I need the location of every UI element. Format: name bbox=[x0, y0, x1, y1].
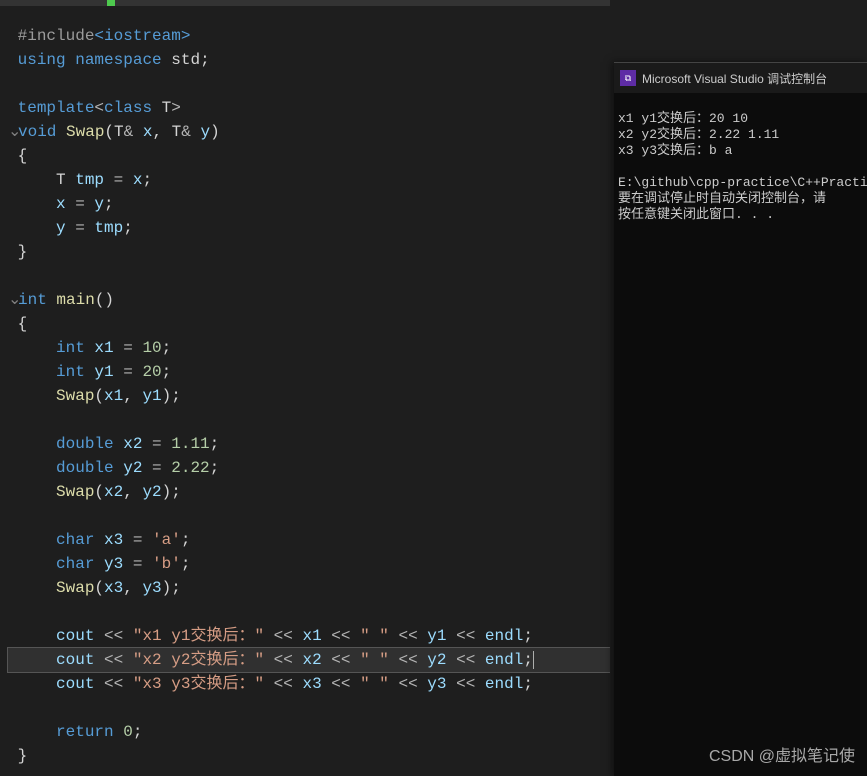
vs-icon: ⧉ bbox=[620, 70, 636, 86]
text-cursor bbox=[533, 651, 534, 669]
console-line: E:\github\cpp-practice\C++Practi bbox=[618, 175, 867, 190]
console-line: x2 y2交换后：2.22 1.11 bbox=[618, 127, 779, 142]
console-titlebar[interactable]: ⧉ Microsoft Visual Studio 调试控制台 bbox=[614, 63, 867, 93]
console-output[interactable]: x1 y1交换后：20 10 x2 y2交换后：2.22 1.11 x3 y3交… bbox=[614, 93, 867, 225]
debug-console-window[interactable]: ⧉ Microsoft Visual Studio 调试控制台 x1 y1交换后… bbox=[614, 62, 867, 776]
editor-top-bar bbox=[0, 0, 610, 6]
console-title-text: Microsoft Visual Studio 调试控制台 bbox=[642, 70, 827, 87]
console-line: 要在调试停止时自动关闭控制台，请 bbox=[618, 191, 826, 206]
preproc-directive: #include bbox=[18, 27, 95, 45]
console-line: 按任意键关闭此窗口. . . bbox=[618, 207, 774, 222]
include-header: <iostream> bbox=[94, 27, 190, 45]
code-content[interactable]: #include<iostream> using namespace std; … bbox=[0, 6, 610, 768]
console-line: x1 y1交换后：20 10 bbox=[618, 111, 748, 126]
collapse-icon[interactable]: ⌄ bbox=[8, 288, 18, 312]
watermark-text: CSDN @虚拟笔记使 bbox=[709, 742, 855, 766]
console-line: x3 y3交换后：b a bbox=[618, 143, 732, 158]
collapse-icon[interactable]: ⌄ bbox=[8, 120, 18, 144]
current-line[interactable]: cout << "x2 y2交换后：" << x2 << " " << y2 <… bbox=[8, 648, 610, 672]
code-editor[interactable]: #include<iostream> using namespace std; … bbox=[0, 0, 610, 776]
